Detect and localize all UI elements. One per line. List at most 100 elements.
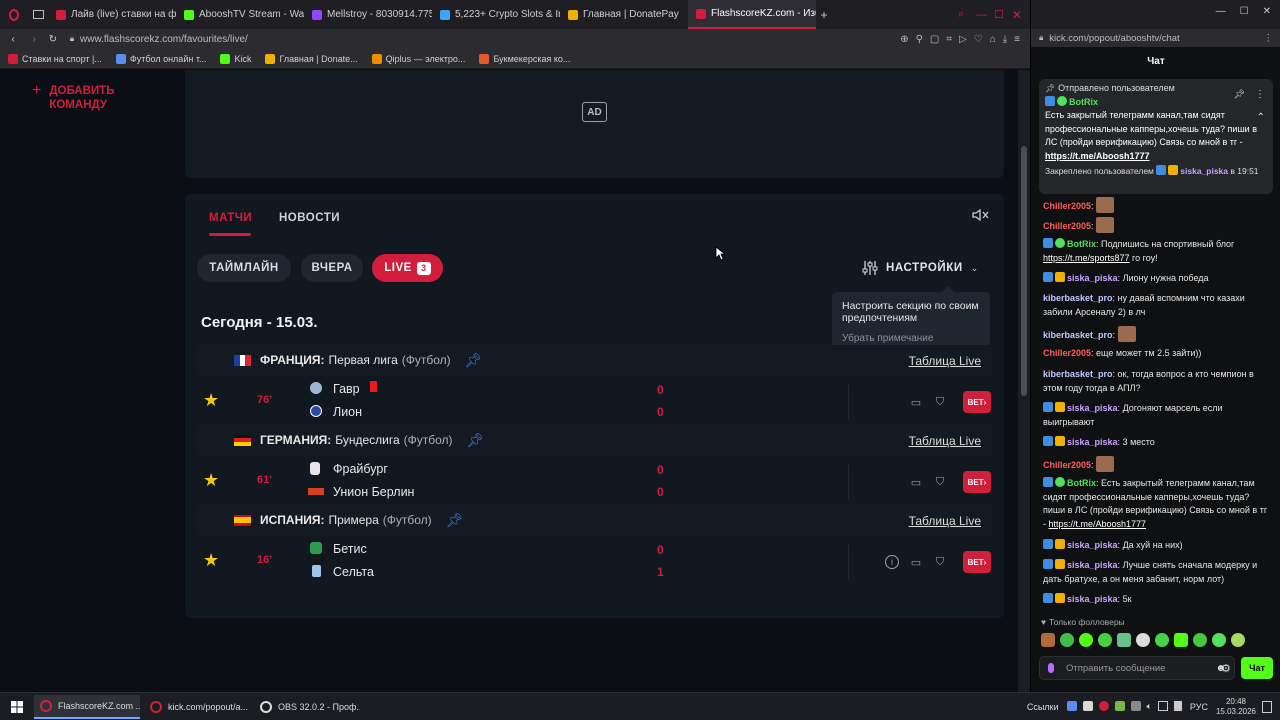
tab-news[interactable]: НОВОСТИ <box>279 208 340 226</box>
chat-message[interactable]: BotRix: Подпишись на спортивный блог htt… <box>1043 238 1271 265</box>
chat-message[interactable]: Chiller2005: <box>1043 217 1271 234</box>
clock[interactable]: 20:48 15.03.2026 <box>1216 697 1256 717</box>
pinned-user[interactable]: BotRix <box>1069 97 1098 107</box>
chat-message[interactable]: BotRix: Есть закрытый телеграмм канал,та… <box>1043 477 1271 531</box>
chat-message[interactable]: siska_piska: Лиону нужна победа <box>1043 272 1271 286</box>
download-icon[interactable]: ⤓ <box>1003 34 1007 45</box>
league-header-spain[interactable]: ИСПАНИЯ: Примера (Футбол) 📌︎ Таблица Liv… <box>197 505 993 535</box>
chat-message[interactable]: siska_piska: Да хуй на них) <box>1043 539 1271 553</box>
chat-username[interactable]: Chiller2005 <box>1043 460 1091 470</box>
match-row-betis-celta[interactable]: ★ 16' Бетис Сельта 0 1 i ▭ ⛉ BET › <box>197 537 993 587</box>
live-table-link[interactable]: Таблица Live <box>909 354 981 368</box>
browser-tab[interactable]: AbooshTV Stream - Watch <box>176 0 304 29</box>
chat-url[interactable]: kick.com/popout/abooshtv/chat <box>1049 33 1257 44</box>
bet-button[interactable]: BET › <box>963 551 991 573</box>
bet-button[interactable]: BET › <box>963 391 991 413</box>
wallet-icon[interactable]: ⌂ <box>990 34 996 45</box>
pinned-menu-icon[interactable]: ⋮ <box>1255 88 1265 102</box>
chat-username[interactable]: kiberbasket_pro <box>1043 330 1113 340</box>
back-icon[interactable]: ‹ <box>0 34 26 45</box>
emote-icon[interactable] <box>1079 633 1093 647</box>
maximize-button[interactable]: ☐ <box>994 8 1012 21</box>
notifications-icon[interactable] <box>1262 700 1272 713</box>
league-header-germany[interactable]: ГЕРМАНИЯ: Бундеслига (Футбол) 📌︎ Таблица… <box>197 425 993 455</box>
chat-username[interactable]: siska_piska <box>1067 403 1118 413</box>
maximize-button[interactable]: ☐ <box>1240 6 1249 23</box>
chat-menu-icon[interactable]: ⋮ <box>1264 33 1280 44</box>
chat-username[interactable]: Chiller2005 <box>1043 201 1091 211</box>
emote-icon[interactable] <box>1155 633 1169 647</box>
chat-username[interactable]: BotRix <box>1067 478 1096 488</box>
lineup-shirt-icon[interactable]: ⛉ <box>933 555 947 569</box>
send-chat-button[interactable]: Чат <box>1241 657 1273 679</box>
chat-message[interactable]: Chiller2005: <box>1043 456 1271 473</box>
menu-icon[interactable]: ≡ <box>1014 34 1020 45</box>
close-window-button[interactable]: ✕ <box>1012 8 1030 22</box>
live-table-link[interactable]: Таблица Live <box>909 434 981 448</box>
browser-tab[interactable]: Главная | DonatePay <box>560 0 688 29</box>
chat-username[interactable]: kiberbasket_pro <box>1043 293 1113 303</box>
chat-settings-icon[interactable]: ⚙ <box>1221 662 1231 675</box>
bookmark-item[interactable]: Kick <box>220 53 251 64</box>
zoom-icon[interactable]: ⊕ <box>900 34 908 45</box>
bookmark-item[interactable]: Ставки на спорт |... <box>8 53 102 64</box>
page-scrollbar[interactable] <box>1018 70 1030 692</box>
emote-icon[interactable] <box>1212 633 1226 647</box>
chat-message[interactable]: kiberbasket_pro: ок, тогда вопрос а кто … <box>1043 368 1271 395</box>
emote-icon[interactable] <box>1174 633 1188 647</box>
league-header-france[interactable]: ФРАНЦИЯ: Первая лига (Футбол) 📌︎ Таблица… <box>197 345 993 375</box>
chat-username[interactable]: siska_piska <box>1067 560 1118 570</box>
reload-icon[interactable]: ↻ <box>42 34 64 45</box>
tray-icon[interactable] <box>1082 701 1093 711</box>
pinned-link[interactable]: https://t.me/Aboosh1777 <box>1045 151 1150 161</box>
links-toolbar[interactable]: Ссылки <box>1027 702 1059 712</box>
tab-list-icon[interactable] <box>28 0 48 29</box>
bookmark-item[interactable]: Главная | Donate... <box>265 53 358 64</box>
favorite-star-icon[interactable]: ★ <box>203 550 219 571</box>
tv-icon[interactable]: ▭ <box>909 475 923 489</box>
emote-icon[interactable] <box>1098 633 1112 647</box>
battery-icon[interactable] <box>1173 701 1182 711</box>
favorite-star-icon[interactable]: ★ <box>203 390 219 411</box>
emote-icon[interactable] <box>1060 633 1074 647</box>
tv-icon[interactable]: ▭ <box>909 395 923 409</box>
network-icon[interactable] <box>1157 701 1168 711</box>
snapshot-icon[interactable]: ▢ <box>930 34 939 45</box>
lineup-shirt-icon[interactable]: ⛉ <box>933 475 947 489</box>
search-tabs-icon[interactable]: ⌕ <box>958 8 976 21</box>
emote-icon[interactable] <box>1041 633 1055 647</box>
unpin-icon[interactable]: 📌︎ <box>1234 88 1245 102</box>
taskbar-app[interactable]: OBS 32.0.2 - Проф... <box>254 695 360 719</box>
play-icon[interactable]: ▷ <box>959 34 967 45</box>
chat-message[interactable]: Chiller2005: <box>1043 197 1271 214</box>
filter-live-button[interactable]: LIVE 3 <box>372 254 443 282</box>
chat-message[interactable]: siska_piska: Лучше снять сначала модерку… <box>1043 559 1271 586</box>
chat-username[interactable]: Chiller2005 <box>1043 221 1091 231</box>
tray-icon[interactable] <box>1130 701 1141 711</box>
pin-league-icon[interactable]: 📌︎ <box>465 352 483 369</box>
filter-timeline-button[interactable]: ТАЙМЛАЙН <box>197 254 291 282</box>
close-window-button[interactable]: ✕ <box>1263 6 1271 23</box>
add-team-button[interactable]: + ДОБАВИТЬ КОМАНДУ <box>32 83 129 112</box>
chat-link[interactable]: https://t.me/sports877 <box>1043 253 1130 263</box>
scrollbar-thumb[interactable] <box>1021 146 1027 396</box>
bookmark-item[interactable]: Букмекерская ко... <box>479 53 570 64</box>
crop-icon[interactable]: ⌗ <box>946 34 952 45</box>
chat-message[interactable]: kiberbasket_pro: <box>1043 326 1271 343</box>
collapse-chevron-icon[interactable]: ⌃ <box>1257 111 1265 125</box>
tooltip-dismiss-link[interactable]: Убрать примечание <box>842 333 980 344</box>
browser-tab[interactable]: 5,223+ Crypto Slots & Ins <box>432 0 560 29</box>
tray-icon[interactable] <box>1098 701 1109 711</box>
pin-league-icon[interactable]: 📌︎ <box>467 432 485 449</box>
chat-username[interactable]: siska_piska <box>1067 540 1118 550</box>
taskbar-app[interactable]: FlashscoreKZ.com ... <box>34 694 140 719</box>
browser-tab[interactable]: Лайв (live) ставки на фут <box>48 0 176 29</box>
tab-matches[interactable]: МАТЧИ <box>209 208 252 236</box>
tray-icon[interactable] <box>1066 701 1077 711</box>
chat-message[interactable]: siska_piska: Догоняют марсель если выигр… <box>1043 402 1271 429</box>
mute-sound-icon[interactable] <box>972 208 989 222</box>
live-table-link[interactable]: Таблица Live <box>909 514 981 528</box>
tv-icon[interactable]: ▭ <box>909 555 923 569</box>
favorite-star-icon[interactable]: ★ <box>203 470 219 491</box>
chat-message[interactable]: kiberbasket_pro: ну давай вспомним что к… <box>1043 292 1271 319</box>
